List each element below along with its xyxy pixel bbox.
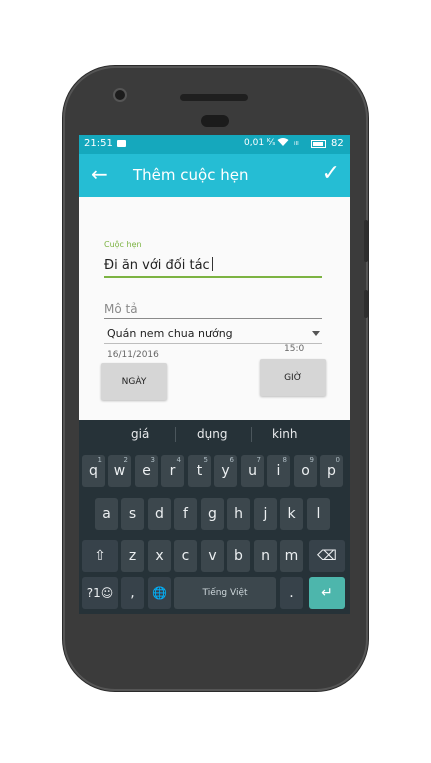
suggestion-1[interactable]: giá (131, 427, 149, 441)
status-bar: 21:51 0,01 ᴷ⁄ₛ ᵢₗₗ 82 (79, 135, 350, 154)
key-w[interactable]: w2 (108, 455, 131, 487)
key-label: r (169, 463, 176, 479)
description-input[interactable] (104, 300, 322, 319)
text-cursor (211, 257, 213, 271)
form-content: Cuộc hẹn Đi ăn với đối tác Quán nem chua… (79, 197, 350, 420)
app-toolbar: ← Thêm cuộc hẹn ✓ (79, 154, 350, 197)
appointment-field[interactable]: Đi ăn với đối tác (104, 257, 213, 273)
wifi-icon (277, 137, 289, 150)
key-x[interactable]: x (148, 540, 171, 572)
front-camera-icon (113, 88, 127, 102)
key-c[interactable]: c (174, 540, 197, 572)
space-key[interactable]: Tiếng Việt (174, 577, 276, 609)
shift-key[interactable]: ⇧ (82, 540, 118, 572)
signal-icon: ᵢₗₗ (294, 138, 299, 148)
key-hint: 8 (282, 456, 287, 464)
key-hint: 1 (97, 456, 102, 464)
place-select-value: Quán nem chua nướng (107, 327, 233, 340)
key-h[interactable]: h (227, 498, 250, 530)
key-hint: 9 (309, 456, 314, 464)
key-label: o (301, 463, 310, 479)
key-u[interactable]: u7 (241, 455, 264, 487)
backspace-key[interactable]: ⌫ (309, 540, 345, 572)
key-i[interactable]: i8 (267, 455, 290, 487)
key-g[interactable]: g (201, 498, 224, 530)
key-hint: 7 (256, 456, 261, 464)
language-key[interactable]: 🌐 (148, 577, 171, 609)
screen: 21:51 0,01 ᴷ⁄ₛ ᵢₗₗ 82 ← Thêm cuộc hẹn ✓ … (79, 135, 350, 614)
appointment-text: Đi ăn với đối tác (104, 258, 210, 273)
key-l[interactable]: l (307, 498, 330, 530)
appointment-label: Cuộc hẹn (104, 240, 142, 249)
key-label: y (221, 463, 230, 479)
keyboard: giá dụng kinh q1 w2 e3 r4 t5 y6 u7 i8 o9… (79, 420, 350, 614)
date-button[interactable]: NGÀY (101, 363, 167, 400)
symbols-key[interactable]: ?1☺ (82, 577, 118, 609)
key-label: p (327, 463, 336, 479)
key-f[interactable]: f (174, 498, 197, 530)
key-m[interactable]: m (280, 540, 303, 572)
time-value: 15:0 (284, 344, 305, 354)
key-hint: 2 (123, 456, 128, 464)
key-v[interactable]: v (201, 540, 224, 572)
key-hint: 4 (176, 456, 181, 464)
key-label: q (89, 463, 98, 479)
key-t[interactable]: t5 (188, 455, 211, 487)
key-q[interactable]: q1 (82, 455, 105, 487)
key-e[interactable]: e3 (135, 455, 158, 487)
suggestion-strip: giá dụng kinh (79, 420, 350, 448)
key-a[interactable]: a (95, 498, 118, 530)
key-n[interactable]: n (254, 540, 277, 572)
message-icon (117, 140, 126, 147)
place-select[interactable]: Quán nem chua nướng (104, 325, 322, 344)
key-hint: 6 (229, 456, 234, 464)
key-d[interactable]: d (148, 498, 171, 530)
suggestion-divider (251, 427, 252, 442)
key-z[interactable]: z (121, 540, 144, 572)
time-button[interactable]: GIỜ (260, 359, 326, 396)
backspace-icon: ⌫ (317, 548, 337, 564)
key-y[interactable]: y6 (214, 455, 237, 487)
period-key[interactable]: . (280, 577, 303, 609)
power-button (364, 290, 368, 318)
dropdown-arrow-icon (312, 331, 320, 336)
key-k[interactable]: k (280, 498, 303, 530)
key-s[interactable]: s (121, 498, 144, 530)
key-r[interactable]: r4 (161, 455, 184, 487)
earpiece (201, 115, 229, 127)
comma-key[interactable]: , (121, 577, 144, 609)
enter-icon: ↵ (321, 585, 333, 601)
key-label: t (196, 463, 203, 479)
battery-icon (311, 140, 326, 148)
enter-key[interactable]: ↵ (309, 577, 345, 609)
key-hint: 3 (150, 456, 155, 464)
key-label: w (113, 463, 126, 479)
globe-icon: 🌐 (152, 586, 167, 600)
check-icon[interactable]: ✓ (322, 161, 340, 187)
key-j[interactable]: j (254, 498, 277, 530)
battery-level: 82 (331, 138, 344, 149)
shift-icon: ⇧ (94, 548, 106, 564)
volume-button (364, 220, 368, 262)
status-time: 21:51 (84, 138, 113, 149)
speaker-grill (180, 94, 248, 101)
key-b[interactable]: b (227, 540, 250, 572)
key-p[interactable]: p0 (320, 455, 343, 487)
key-hint: 0 (335, 456, 340, 464)
date-value: 16/11/2016 (107, 350, 159, 360)
network-speed: 0,01 ᴷ⁄ₛ (244, 138, 276, 148)
page-title: Thêm cuộc hẹn (133, 166, 249, 184)
key-label: e (142, 463, 151, 479)
appointment-underline (104, 276, 322, 278)
back-arrow-icon[interactable]: ← (91, 162, 108, 186)
key-hint: 5 (203, 456, 208, 464)
key-o[interactable]: o9 (294, 455, 317, 487)
suggestion-3[interactable]: kinh (272, 427, 298, 441)
key-label: u (248, 463, 257, 479)
key-label: i (276, 463, 281, 479)
suggestion-divider (175, 427, 176, 442)
suggestion-2[interactable]: dụng (197, 427, 227, 441)
